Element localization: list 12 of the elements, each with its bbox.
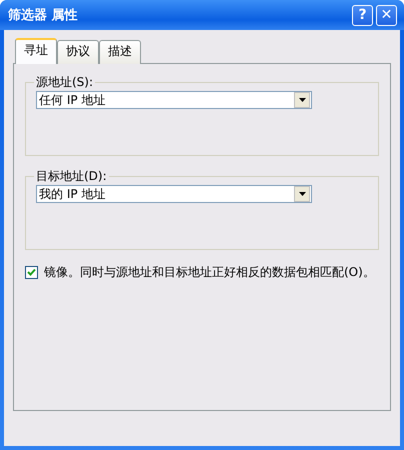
close-button[interactable]: ✕ xyxy=(376,4,397,26)
address-dropdown[interactable]: 任何 IP 地址 xyxy=(36,91,312,109)
help-button[interactable]: ? xyxy=(352,4,373,26)
tab[interactable]: 协议 xyxy=(57,40,99,64)
tab[interactable]: 寻址 xyxy=(15,38,57,64)
window-title: 筛选器 属性 xyxy=(8,7,78,24)
group-label: 目标地址(D): xyxy=(35,168,108,185)
checkbox[interactable] xyxy=(25,266,38,279)
address-dropdown[interactable]: 我的 IP 地址 xyxy=(36,185,312,203)
group-label: 源地址(S): xyxy=(35,74,94,91)
tab[interactable]: 描述 xyxy=(99,40,141,64)
checkbox-label: 镜像。同时与源地址和目标地址正好相反的数据包相匹配(O)。 xyxy=(44,264,375,281)
